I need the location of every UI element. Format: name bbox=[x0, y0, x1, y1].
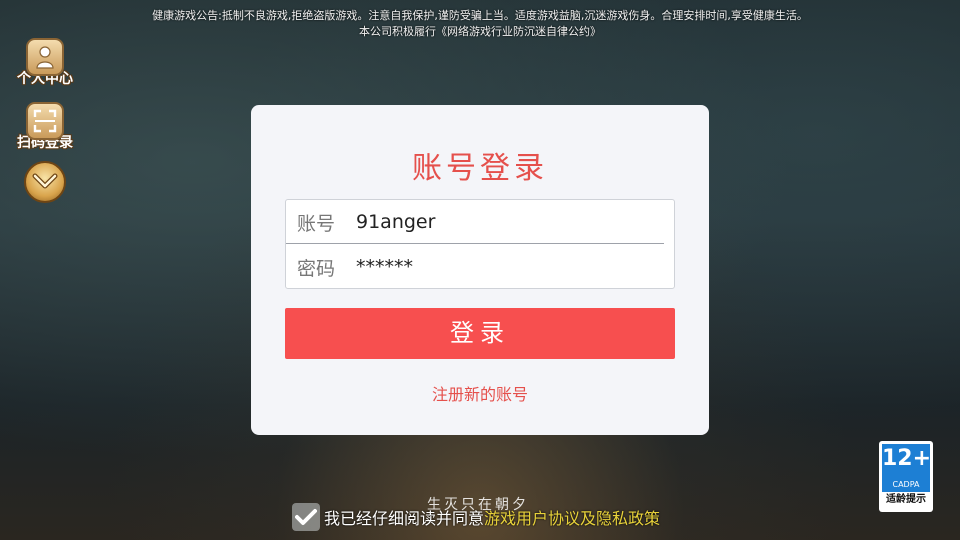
agreement-link[interactable]: 游戏用户协议及隐私政策 bbox=[484, 505, 660, 529]
agreement-checkbox[interactable] bbox=[292, 503, 320, 531]
password-label: 密码 bbox=[297, 257, 336, 280]
login-button[interactable]: 登录 bbox=[285, 308, 675, 359]
agreement-row: 我已经仔细阅读并同意 游戏用户协议及隐私政策 bbox=[292, 503, 660, 531]
age-rating-number-box: 12+ CADPA bbox=[882, 444, 932, 492]
password-row[interactable]: 密码 ****** bbox=[286, 245, 674, 289]
person-icon bbox=[26, 38, 64, 76]
field-divider bbox=[286, 243, 664, 244]
health-notice-line2: 本公司积极履行《网络游戏行业防沉迷自律公约》 bbox=[359, 25, 601, 38]
age-rating-number: 12+ bbox=[882, 446, 932, 471]
login-dialog: 账号登录 账号 91anger 密码 ****** 登录 注册新的账号 bbox=[251, 105, 709, 435]
health-notice: 健康游戏公告:抵制不良游戏,拒绝盗版游戏。注意自我保护,谨防受骗上当。适度游戏益… bbox=[0, 8, 960, 40]
login-fields: 账号 91anger 密码 ****** bbox=[285, 199, 675, 289]
account-input[interactable]: 91anger bbox=[356, 211, 435, 233]
chevron-down-icon bbox=[32, 173, 58, 189]
personal-center-button[interactable]: 个人中心 bbox=[10, 38, 80, 88]
age-rating-caption: 适龄提示 bbox=[886, 494, 926, 505]
scan-login-button[interactable]: 扫码登录 bbox=[10, 102, 80, 152]
qr-scan-icon bbox=[26, 102, 64, 140]
account-label: 账号 bbox=[297, 212, 336, 235]
health-notice-line1: 健康游戏公告:抵制不良游戏,拒绝盗版游戏。注意自我保护,谨防受骗上当。适度游戏益… bbox=[152, 9, 808, 22]
age-rating-badge[interactable]: 12+ CADPA 适龄提示 bbox=[879, 441, 933, 512]
agreement-text: 我已经仔细阅读并同意 bbox=[324, 509, 485, 528]
checkmark-icon bbox=[295, 509, 317, 525]
register-link[interactable]: 注册新的账号 bbox=[251, 381, 709, 405]
login-title: 账号登录 bbox=[412, 151, 548, 186]
password-input[interactable]: ****** bbox=[356, 256, 413, 278]
account-row[interactable]: 账号 91anger bbox=[286, 200, 674, 244]
age-rating-org: CADPA bbox=[892, 480, 920, 489]
expand-menu-button[interactable] bbox=[24, 161, 66, 203]
